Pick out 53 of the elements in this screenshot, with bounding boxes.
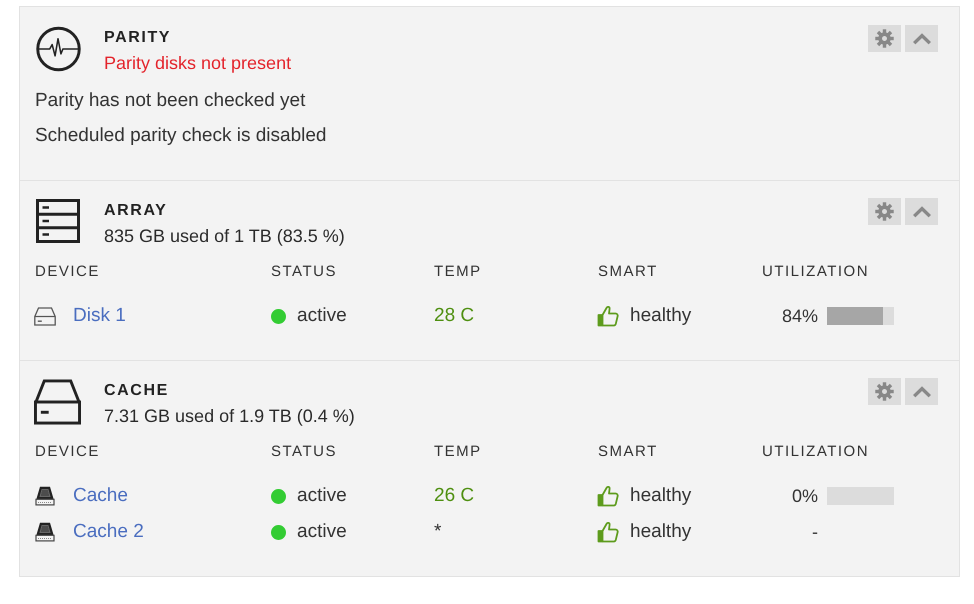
column-header: UTILIZATION [762,442,870,462]
hard-drive-icon [34,379,81,425]
section-title: ARRAY [104,201,168,221]
collapse-button[interactable] [905,25,938,52]
section-title: PARITY [104,28,172,48]
smart-status: healthy [630,484,692,508]
chevron-up-icon [912,206,932,218]
server-stack-icon [36,199,80,243]
section-subtitle: 835 GB used of 1 TB (83.5 %) [104,225,345,248]
status-message: Scheduled parity check is disabled [35,124,327,148]
device-status: active [297,304,347,328]
temperature-value: * [434,520,442,544]
warning-text: Parity disks not present [104,52,292,75]
collapse-button[interactable] [905,378,938,405]
column-header: SMART [598,442,658,462]
settings-button[interactable] [868,198,901,225]
temperature-value: 26 C [434,484,474,508]
column-header: UTILIZATION [762,262,870,282]
device-status: active [297,484,347,508]
thumbs-up-icon [597,485,619,507]
status-message: Parity has not been checked yet [35,89,306,113]
gear-icon [875,382,894,401]
smart-status: healthy [630,304,692,328]
temperature-value: 28 C [434,304,474,328]
collapse-button[interactable] [905,198,938,225]
thumbs-up-icon [597,305,619,327]
gear-icon [875,202,894,221]
gear-icon [875,29,894,48]
utilization-value: - [811,521,818,544]
column-header: DEVICE [35,442,100,462]
device-link[interactable]: Cache 2 [73,519,144,545]
settings-button[interactable] [868,25,901,52]
smart-status: healthy [630,520,692,544]
utilization-value: 0% [790,485,818,508]
filled-disk-icon [35,522,55,542]
chevron-up-icon [912,386,932,398]
chevron-up-icon [912,32,932,44]
column-header: TEMP [434,262,482,282]
utilization-value: 84% [780,305,818,328]
settings-button[interactable] [868,378,901,405]
column-header: TEMP [434,442,482,462]
column-header: SMART [598,262,658,282]
section-subtitle: 7.31 GB used of 1.9 TB (0.4 %) [104,405,355,428]
column-header: STATUS [271,262,337,282]
device-status: active [297,520,347,544]
device-link[interactable]: Disk 1 [73,303,126,329]
column-header: STATUS [271,442,337,462]
filled-disk-icon [35,486,55,506]
heartbeat-icon [36,26,81,72]
column-header: DEVICE [35,262,100,282]
thumbs-up-icon [597,521,619,543]
section-title: CACHE [104,381,169,401]
device-link[interactable]: Cache [73,483,128,509]
